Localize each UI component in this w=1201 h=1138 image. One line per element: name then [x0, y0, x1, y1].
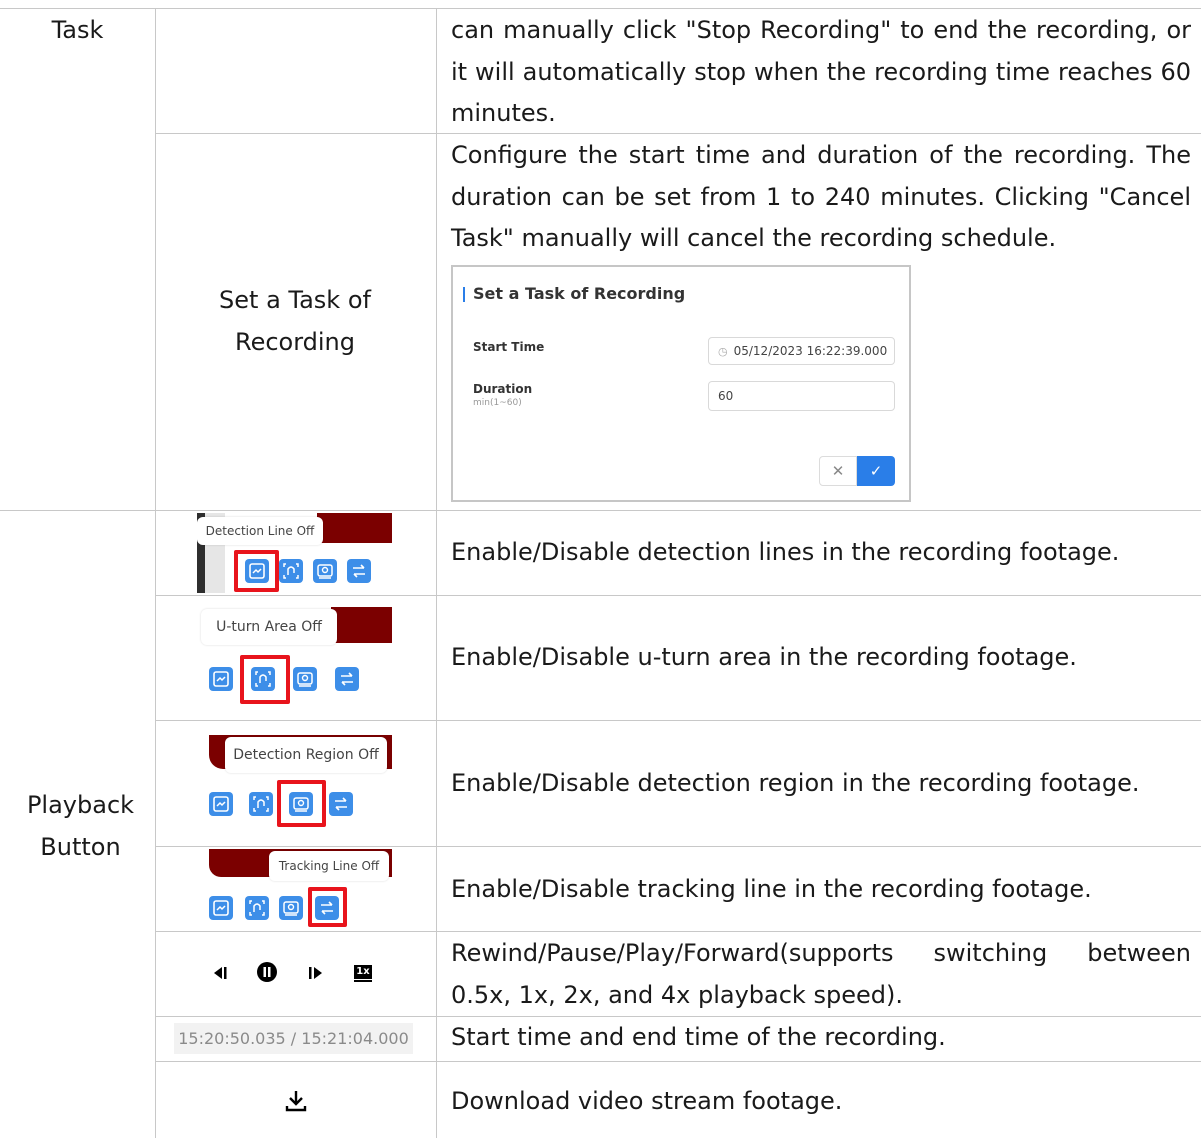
detection-line-thumbnail: Detection Line Off [197, 513, 392, 593]
start-time-value: 05/12/2023 16:22:39.000 [733, 344, 888, 358]
uturn-thumbnail: U-turn Area Off [197, 604, 392, 704]
detection-line-description: Enable/Disable detection lines in the re… [451, 538, 1120, 566]
set-task-description: Configure the start time and duration of… [451, 141, 1191, 252]
uturn-tooltip: U-turn Area Off [201, 609, 337, 645]
grid-row-4 [155, 720, 1201, 721]
grid-col-2 [436, 8, 437, 1138]
forward-icon[interactable] [304, 962, 326, 984]
set-task-label: Set a Task of Recording [219, 286, 371, 356]
detection-region-tooltip: Detection Region Off [225, 737, 387, 773]
detection-region-icon[interactable] [279, 896, 303, 920]
tracking-line-description: Enable/Disable tracking line in the reco… [451, 875, 1092, 903]
start-time-input[interactable]: ◷ 05/12/2023 16:22:39.000 [708, 337, 895, 365]
duration-label: Duration [473, 382, 533, 396]
controls-description: Rewind/Pause/Play/Forward(supports switc… [451, 939, 1191, 1009]
speed-label: 1x [356, 966, 370, 977]
download-icon[interactable] [282, 1087, 310, 1115]
cancel-button[interactable]: ✕ [819, 456, 857, 486]
tracking-line-icon[interactable] [335, 667, 359, 691]
duration-value: 60 [718, 389, 734, 403]
uturn-area-icon[interactable] [279, 559, 303, 583]
detection-region-icon[interactable] [313, 559, 337, 583]
download-description: Download video stream footage. [451, 1087, 843, 1115]
speed-icon[interactable]: 1x [351, 961, 375, 985]
dialog-title: Set a Task of Recording [462, 284, 686, 303]
highlight-box [240, 655, 290, 704]
task-label: Task [51, 16, 104, 44]
highlight-box [234, 550, 279, 592]
uturn-area-icon[interactable] [249, 792, 273, 816]
clock-icon: ◷ [718, 344, 728, 358]
time-description: Start time and end time of the recording… [451, 1023, 946, 1051]
grid-row-6 [155, 931, 1201, 932]
detection-region-icon[interactable] [293, 667, 317, 691]
grid-row-2 [0, 510, 1201, 511]
duration-hint: min(1~60) [473, 398, 522, 408]
grid-row-3 [155, 595, 1201, 596]
set-task-dialog: Set a Task of Recording Start Time ◷ 05/… [451, 265, 911, 502]
highlight-box [277, 780, 326, 827]
rewind-icon[interactable] [210, 962, 232, 984]
tracking-line-icon[interactable] [329, 792, 353, 816]
detection-region-description: Enable/Disable detection region in the r… [451, 769, 1140, 797]
grid-col-1 [155, 8, 156, 1138]
duration-input[interactable]: 60 [708, 381, 895, 411]
tracking-line-icon[interactable] [347, 559, 371, 583]
detection-line-icon[interactable] [209, 667, 233, 691]
detection-line-tooltip: Detection Line Off [197, 517, 323, 545]
playback-label: Playback Button [26, 791, 135, 861]
time-range-display: 15:20:50.035 / 15:21:04.000 [174, 1023, 413, 1054]
detection-line-icon[interactable] [209, 896, 233, 920]
detection-region-thumbnail: Detection Region Off [197, 729, 392, 827]
uturn-area-icon[interactable] [245, 896, 269, 920]
uturn-description: Enable/Disable u-turn area in the record… [451, 643, 1077, 671]
detection-line-icon[interactable] [209, 792, 233, 816]
task-description: can manually click "Stop Recording" to e… [451, 16, 1191, 127]
tracking-line-tooltip: Tracking Line Off [269, 851, 389, 881]
grid-row-5 [155, 846, 1201, 847]
tracking-line-thumbnail: Tracking Line Off [197, 849, 392, 929]
grid-top [0, 8, 1201, 9]
pause-icon[interactable] [255, 960, 279, 984]
start-time-label: Start Time [473, 340, 545, 354]
confirm-button[interactable]: ✓ [857, 456, 895, 486]
highlight-box [308, 887, 347, 927]
grid-row-8 [155, 1061, 1201, 1062]
